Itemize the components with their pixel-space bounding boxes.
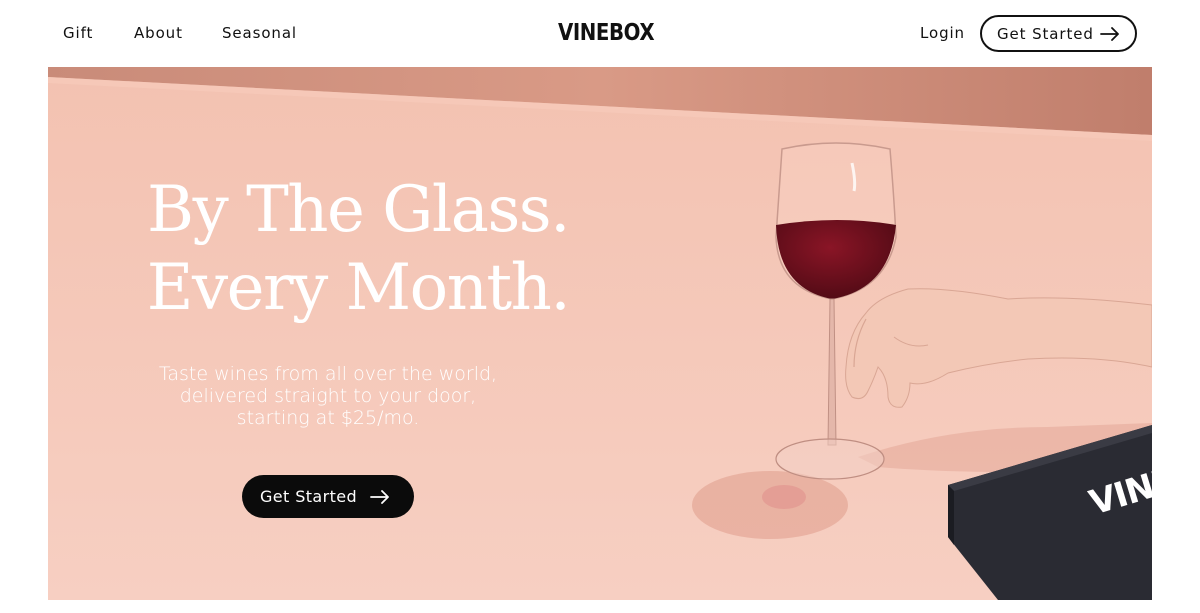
hero-banner: By The Glass. Every Month. Taste wines f… xyxy=(48,67,1152,600)
header-get-started-label: Get Started xyxy=(997,25,1094,43)
hero-subtitle-line-3: starting at $25/mo. xyxy=(236,407,420,429)
nav-link-about[interactable]: About xyxy=(134,24,183,42)
vinebox-logo[interactable]: VINEBOX xyxy=(558,19,655,47)
login-link[interactable]: Login xyxy=(920,24,965,42)
logo-wordmark: VINEBOX xyxy=(558,20,655,46)
nav-link-seasonal[interactable]: Seasonal xyxy=(222,24,297,42)
site-header: Gift About Seasonal VINEBOX Login Get St… xyxy=(0,0,1200,66)
hero-heading-line-2: Every Month. xyxy=(146,251,571,325)
hero-get-started-label: Get Started xyxy=(260,487,358,506)
hero-heading: By The Glass. Every Month. xyxy=(118,171,598,327)
arrow-right-icon xyxy=(1100,27,1119,41)
hero-subtitle-line-1: Taste wines from all over the world, xyxy=(158,363,498,385)
hero-subtitle-line-2: delivered straight to your door, xyxy=(179,385,477,407)
hero-subtitle: Taste wines from all over the world, del… xyxy=(128,363,528,429)
header-get-started-button[interactable]: Get Started xyxy=(980,15,1137,52)
arrow-right-icon xyxy=(370,490,389,504)
hero-heading-line-1: By The Glass. xyxy=(147,173,570,247)
nav-link-gift[interactable]: Gift xyxy=(63,24,93,42)
wine-glass-illustration xyxy=(692,142,1152,600)
hero-get-started-button[interactable]: Get Started xyxy=(242,475,414,518)
